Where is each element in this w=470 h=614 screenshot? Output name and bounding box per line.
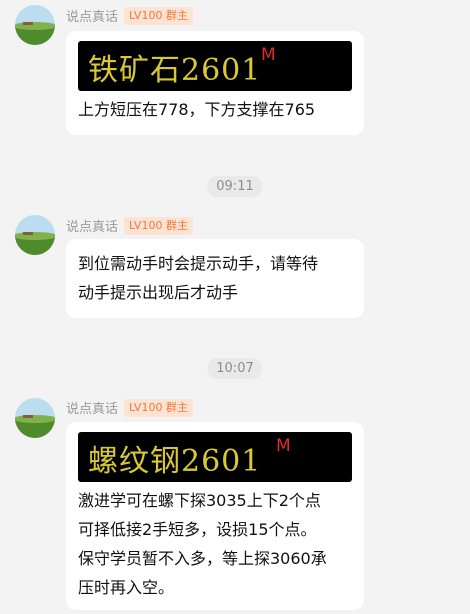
sender-name: 说点真话 <box>66 220 119 235</box>
message-text: 上方短压在778，下方支撑在765 <box>78 100 316 119</box>
sender-row: 说点真话 LV100 群主 <box>66 6 193 25</box>
sender-name: 说点真话 <box>66 10 119 25</box>
avatar[interactable] <box>15 5 55 45</box>
timestamp: 09:11 <box>207 176 263 197</box>
ticker-name: 铁矿石2601 <box>88 53 262 88</box>
role-badge: LV100 群主 <box>124 398 193 417</box>
landscape-avatar-icon <box>15 215 55 255</box>
ticker-tag: M <box>261 45 276 65</box>
message-bubble[interactable]: 到位需动手时会提示动手，请等待 动手提示出现后才动手 <box>66 239 364 318</box>
ticker-tag: M <box>276 436 291 456</box>
chart-screenshot-image[interactable]: 铁矿石2601 M <box>78 41 352 91</box>
message-text: 到位需动手时会提示动手，请等待 动手提示出现后才动手 <box>78 254 319 302</box>
sender-row: 说点真话 LV100 群主 <box>66 398 193 417</box>
ticker-name: 螺纹钢2601 <box>88 444 262 479</box>
landscape-avatar-icon <box>15 5 55 45</box>
timestamp: 10:07 <box>207 358 263 379</box>
sender-row: 说点真话 LV100 群主 <box>66 216 193 235</box>
role-badge: LV100 群主 <box>124 6 193 25</box>
landscape-avatar-icon <box>15 398 55 438</box>
avatar[interactable] <box>15 215 55 255</box>
role-badge: LV100 群主 <box>124 216 193 235</box>
message-text: 激进学可在螺下探3035上下2个点 可择低接2手短多，设损15个点。 保守学员暂… <box>78 491 327 597</box>
message-bubble[interactable]: 螺纹钢2601 M 激进学可在螺下探3035上下2个点 可择低接2手短多，设损1… <box>66 422 364 610</box>
avatar[interactable] <box>15 398 55 438</box>
sender-name: 说点真话 <box>66 402 119 417</box>
message-bubble[interactable]: 铁矿石2601 M 上方短压在778，下方支撑在765 <box>66 31 364 135</box>
chart-screenshot-image[interactable]: 螺纹钢2601 M <box>78 432 352 482</box>
